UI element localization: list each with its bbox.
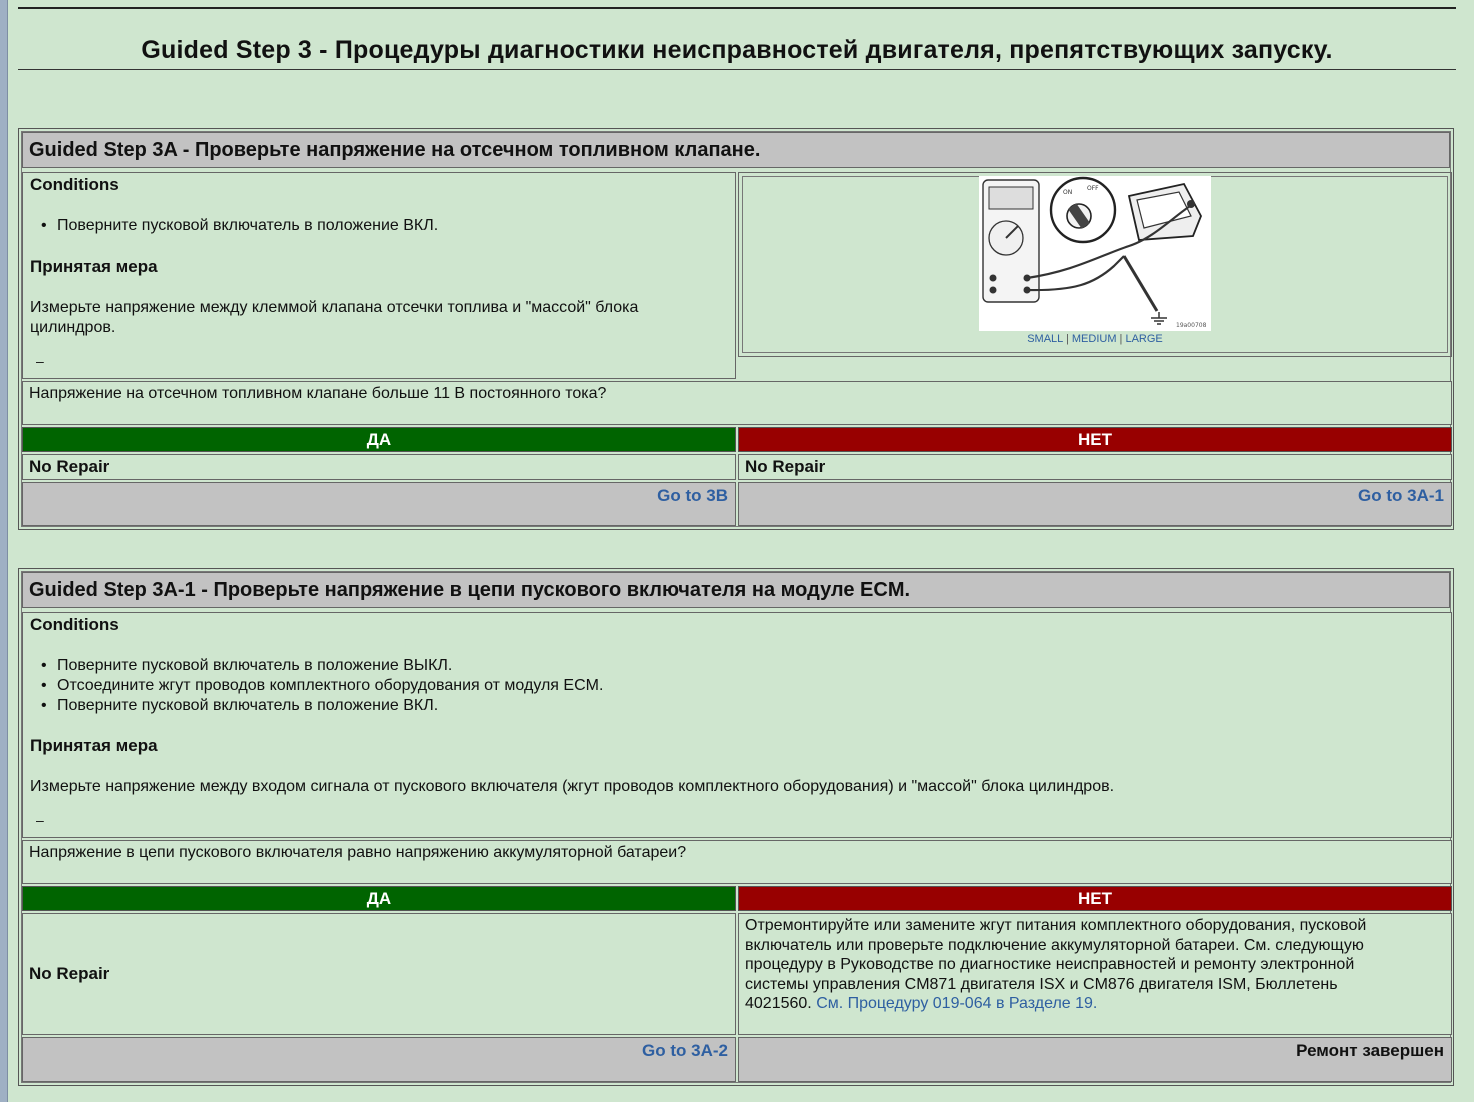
step-3a-conditions-cell: Conditions Поверните пусковой включатель… bbox=[22, 172, 736, 379]
action-text: Измерьте напряжение между входом сигнала… bbox=[30, 778, 1115, 795]
yes-result-text: No Repair bbox=[29, 964, 110, 983]
yes-header: ДА bbox=[22, 427, 736, 452]
image-size-links: SMALL | MEDIUM | LARGE bbox=[739, 333, 1451, 345]
no-result-cell: No Repair bbox=[738, 454, 1452, 480]
title-rule bbox=[18, 69, 1456, 70]
step-3a-header: Guided Step 3A - Проверьте напряжение на… bbox=[22, 132, 1450, 168]
size-medium-link[interactable]: MEDIUM bbox=[1072, 333, 1117, 345]
go-to-3a-1-link[interactable]: Go to 3A-1 bbox=[1358, 486, 1444, 506]
go-to-3b-link[interactable]: Go to 3B bbox=[657, 486, 728, 506]
yes-goto-cell: Go to 3A-2 bbox=[22, 1037, 736, 1082]
no-result-text: Отремонтируйте или замените жгут питания… bbox=[745, 917, 1367, 1012]
no-header: НЕТ bbox=[738, 886, 1452, 911]
step-3a-question-cell: Напряжение на отсечном топливном клапане… bbox=[22, 381, 1452, 425]
step-3a-image-cell: ON OFF 19a00708 SMALL | MEDIUM | LARGE bbox=[738, 172, 1452, 357]
no-result-text: No Repair bbox=[745, 457, 826, 476]
step-3a1-question-cell: Напряжение в цепи пускового включателя р… bbox=[22, 840, 1452, 884]
list-item: Поверните пусковой включатель в положени… bbox=[41, 216, 438, 236]
list-item: Поверните пусковой включатель в положени… bbox=[41, 696, 603, 716]
no-header: НЕТ bbox=[738, 427, 1452, 452]
no-goto-cell: Go to 3A-1 bbox=[738, 482, 1452, 526]
conditions-title: Conditions bbox=[30, 615, 119, 634]
action-title: Принятая мера bbox=[30, 736, 158, 755]
action-text: Измерьте напряжение между клеммой клапан… bbox=[30, 299, 639, 336]
step-3a1-header: Guided Step 3A-1 - Проверьте напряжение … bbox=[22, 572, 1450, 608]
yes-header: ДА bbox=[22, 886, 736, 911]
size-separator: | bbox=[1119, 333, 1123, 345]
no-done-cell: Ремонт завершен bbox=[738, 1037, 1452, 1082]
yes-goto-cell: Go to 3B bbox=[22, 482, 736, 526]
no-result-cell: Отремонтируйте или замените жгут питания… bbox=[738, 913, 1452, 1035]
conditions-list: Поверните пусковой включатель в положени… bbox=[41, 656, 603, 716]
size-small-link[interactable]: SMALL bbox=[1027, 333, 1063, 345]
window-left-edge bbox=[0, 0, 8, 1102]
list-item: Отсоедините жгут проводов комплектного о… bbox=[41, 676, 603, 696]
question-text: Напряжение на отсечном топливном клапане… bbox=[29, 385, 607, 402]
svg-text:ON: ON bbox=[1063, 189, 1072, 196]
list-item: Поверните пусковой включатель в положени… bbox=[41, 656, 603, 676]
step-3a-panel: Guided Step 3A - Проверьте напряжение на… bbox=[18, 128, 1454, 530]
dash-mark: – bbox=[36, 353, 44, 369]
procedure-019-064-link[interactable]: См. Процедуру 019-064 в Разделе 19. bbox=[816, 995, 1097, 1012]
dash-mark: – bbox=[36, 812, 44, 828]
yes-result-text: No Repair bbox=[29, 457, 110, 476]
repair-complete-text: Ремонт завершен bbox=[1296, 1041, 1444, 1060]
yes-result-cell: No Repair bbox=[22, 454, 736, 480]
yes-result-cell: No Repair bbox=[22, 913, 736, 1035]
size-large-link[interactable]: LARGE bbox=[1125, 333, 1162, 345]
top-rule bbox=[18, 7, 1456, 9]
conditions-title: Conditions bbox=[30, 175, 119, 194]
step-3a1-conditions-cell: Conditions Поверните пусковой включатель… bbox=[22, 612, 1452, 838]
step-3a1-panel: Guided Step 3A-1 - Проверьте напряжение … bbox=[18, 568, 1454, 1086]
svg-text:19a00708: 19a00708 bbox=[1176, 322, 1207, 329]
multimeter-diagram-image[interactable]: ON OFF 19a00708 bbox=[979, 176, 1211, 331]
action-title: Принятая мера bbox=[30, 257, 158, 276]
go-to-3a-2-link[interactable]: Go to 3A-2 bbox=[642, 1041, 728, 1061]
svg-text:OFF: OFF bbox=[1087, 185, 1099, 192]
question-text: Напряжение в цепи пускового включателя р… bbox=[29, 844, 687, 861]
page-title: Guided Step 3 - Процедуры диагностики не… bbox=[141, 36, 1333, 64]
size-separator: | bbox=[1065, 333, 1069, 345]
conditions-list: Поверните пусковой включатель в положени… bbox=[41, 216, 438, 236]
